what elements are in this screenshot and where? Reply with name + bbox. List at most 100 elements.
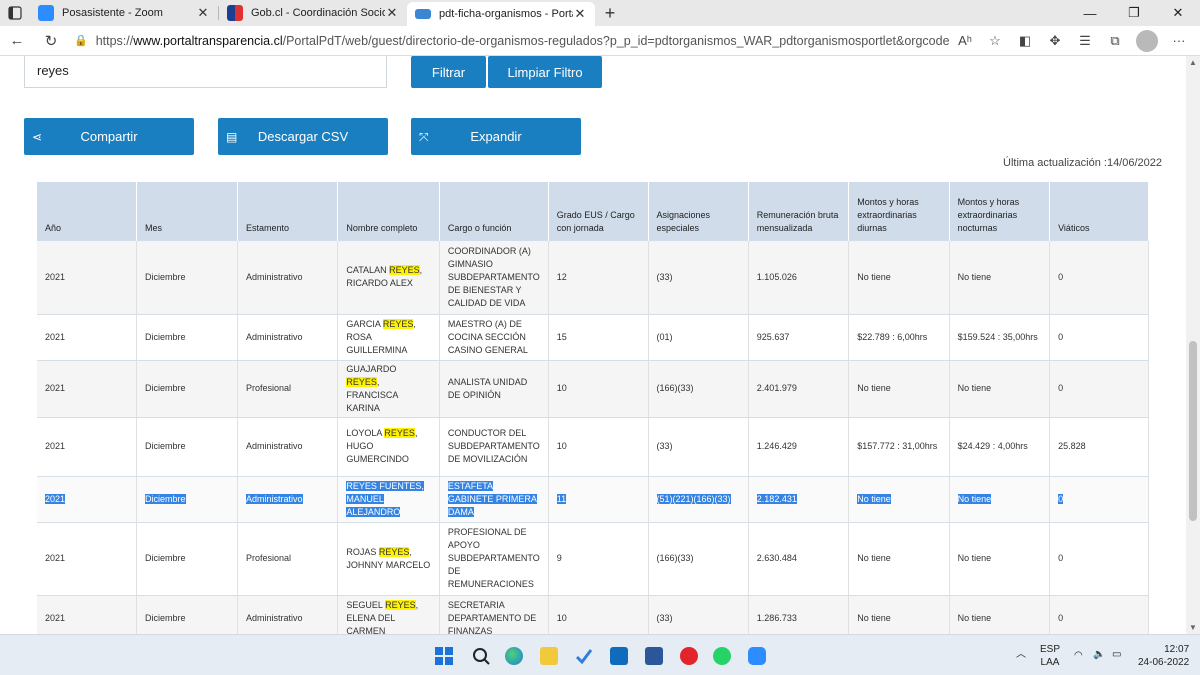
clear-filter-button[interactable]: Limpiar Filtro xyxy=(488,56,602,88)
show-hidden-icons-icon[interactable]: ︿ xyxy=(1016,648,1026,661)
col-header-cargo[interactable]: Cargo o función xyxy=(439,182,549,241)
cell-diurnas: No tiene xyxy=(848,476,950,523)
clock[interactable]: 12:07 24-06-2022 xyxy=(1138,643,1189,669)
cell-grado: 10 xyxy=(548,595,649,634)
tab-close-icon[interactable]: ✕ xyxy=(573,6,587,22)
table-row[interactable]: 2021 Diciembre Profesional ROJAS REYES, … xyxy=(37,522,1149,596)
selected-text: 11 xyxy=(556,493,567,504)
col-header-diurnas[interactable]: Montos y horas extraordinarias diurnas xyxy=(848,182,950,241)
download-csv-button[interactable]: ▤ Descargar CSV xyxy=(218,118,388,155)
refresh-icon[interactable]: ↻ xyxy=(34,32,68,50)
table-row[interactable]: 2021 Diciembre Administrativo SEGUEL REY… xyxy=(37,595,1149,634)
cell-estamento: Administrativo xyxy=(237,417,339,477)
page-scrollbar[interactable]: ▲ ▼ xyxy=(1186,56,1200,634)
col-header-anio[interactable]: Año xyxy=(37,182,138,241)
cell-viaticos: 0 xyxy=(1049,241,1149,315)
cell-anio: 2021 xyxy=(37,595,138,634)
col-header-nocturnas[interactable]: Montos y horas extraordinarias nocturnas xyxy=(949,182,1051,241)
share-icon: ⋖ xyxy=(32,130,43,144)
tab-title: Gob.cl - Coordinación Sociocultu xyxy=(251,7,385,19)
col-header-estamento[interactable]: Estamento xyxy=(237,182,339,241)
favorite-add-icon[interactable]: ☆ xyxy=(980,33,1010,49)
table-row-selected[interactable]: 2021 Diciembre Administrativo REYES FUEN… xyxy=(37,476,1149,523)
tab-gob[interactable]: Gob.cl - Coordinación Sociocultu ✕ xyxy=(219,0,407,26)
tab-close-icon[interactable]: ✕ xyxy=(385,5,399,21)
col-header-grado[interactable]: Grado EUS / Cargo con jornada xyxy=(548,182,649,241)
table-row[interactable]: 2021 Diciembre Profesional GUAJARDO REYE… xyxy=(37,360,1149,418)
search-input[interactable]: reyes xyxy=(24,56,387,88)
reader-mode-icon[interactable]: Aʰ xyxy=(950,33,980,48)
col-header-remuneracion[interactable]: Remuneración bruta mensualizada xyxy=(748,182,850,241)
tab-portal[interactable]: pdt-ficha-organismos - Portal de ✕ xyxy=(407,2,595,26)
edge-icon[interactable] xyxy=(505,647,523,665)
page-content: reyes Filtrar Limpiar Filtro ⋖ Compartir… xyxy=(0,56,1186,634)
outlook-icon[interactable] xyxy=(610,647,628,665)
favorites-icon[interactable]: ☰ xyxy=(1070,33,1100,49)
profile-avatar[interactable] xyxy=(1136,29,1158,52)
cell-nombre: REYES FUENTES, MANUEL ALEJANDRO xyxy=(337,476,440,523)
url-prefix: https:// xyxy=(95,33,134,48)
scrollbar-thumb[interactable] xyxy=(1189,341,1197,521)
close-window-icon[interactable]: ✕ xyxy=(1156,0,1200,26)
new-tab-icon[interactable]: + xyxy=(595,0,625,26)
cell-estamento: Profesional xyxy=(237,360,339,418)
col-header-asignaciones[interactable]: Asignaciones especiales xyxy=(648,182,749,241)
cell-nombre: LOYOLA REYES, HUGO GUMERCINDO xyxy=(337,417,440,477)
extensions-icon[interactable]: ◧ xyxy=(1010,33,1040,49)
file-explorer-icon[interactable] xyxy=(540,647,558,665)
volume-icon[interactable]: 🔈 xyxy=(1093,648,1105,661)
cell-remuneracion: 2.630.484 xyxy=(748,522,850,596)
youtube-music-icon[interactable] xyxy=(680,647,698,665)
windows-start-icon[interactable] xyxy=(435,647,453,665)
cell-anio: 2021 xyxy=(37,360,138,418)
cell-grado: 9 xyxy=(548,522,649,596)
scroll-down-icon[interactable]: ▼ xyxy=(1189,623,1197,632)
more-icon[interactable]: ··· xyxy=(1164,33,1194,48)
col-header-nombre[interactable]: Nombre completo xyxy=(337,182,440,241)
tab-close-icon[interactable]: ✕ xyxy=(196,5,210,21)
filter-button[interactable]: Filtrar xyxy=(411,56,486,88)
tab-actions-icon[interactable] xyxy=(0,0,30,26)
cell-nocturnas: $24.429 : 4,00hrs xyxy=(949,417,1051,477)
todo-check-icon[interactable] xyxy=(575,647,593,665)
search-icon[interactable] xyxy=(472,647,490,665)
window-controls: — ❐ ✕ xyxy=(1068,0,1200,26)
table-row[interactable]: 2021 Diciembre Administrativo LOYOLA REY… xyxy=(37,417,1149,477)
battery-icon[interactable]: ▭ xyxy=(1112,648,1121,661)
cell-grado: 12 xyxy=(548,241,649,315)
whatsapp-icon[interactable] xyxy=(713,647,731,665)
cell-diurnas: No tiene xyxy=(848,522,950,596)
table-row[interactable]: 2021 Diciembre Administrativo CATALAN RE… xyxy=(37,241,1149,315)
cell-nombre: GARCIA REYES, ROSA GUILLERMINA xyxy=(337,314,440,361)
search-highlight: REYES xyxy=(384,428,415,438)
puzzle-icon[interactable]: ✥ xyxy=(1040,33,1070,49)
search-highlight: REYES xyxy=(382,318,414,329)
url-field[interactable]: 🔒 https://www.portaltransparencia.cl/Por… xyxy=(68,34,950,48)
cell-estamento: Administrativo xyxy=(237,476,339,523)
cell-mes: Diciembre xyxy=(136,595,239,634)
taskbar: ︿ ESP LAA ◠ 🔈 ▭ 12:07 24-06-2022 xyxy=(0,634,1200,675)
expand-button[interactable]: ⤧ Expandir xyxy=(411,118,581,155)
table-row[interactable]: 2021 Diciembre Administrativo GARCIA REY… xyxy=(37,314,1149,361)
zoom-app-icon[interactable] xyxy=(748,647,766,665)
cell-mes: Diciembre xyxy=(136,522,239,596)
language-indicator[interactable]: ESP LAA xyxy=(1040,643,1060,669)
name-part: LOYOLA xyxy=(346,428,385,438)
word-icon[interactable] xyxy=(645,647,663,665)
selected-text: ESTAFETA GABINETE PRIMERA DAMA xyxy=(447,480,537,517)
scroll-up-icon[interactable]: ▲ xyxy=(1189,58,1197,67)
minimize-icon[interactable]: — xyxy=(1068,0,1112,26)
tab-zoom[interactable]: Posasistente - Zoom ✕ xyxy=(30,0,218,26)
back-icon[interactable]: ← xyxy=(0,32,34,49)
restore-icon[interactable]: ❐ xyxy=(1112,0,1156,26)
share-button[interactable]: ⋖ Compartir xyxy=(24,118,194,155)
cell-viaticos: 0 xyxy=(1049,314,1149,361)
wifi-icon[interactable]: ◠ xyxy=(1074,649,1083,662)
col-header-mes[interactable]: Mes xyxy=(136,182,239,241)
col-header-viaticos[interactable]: Viáticos xyxy=(1049,182,1149,241)
lock-icon: 🔒 xyxy=(74,35,88,47)
cell-remuneracion: 1.286.733 xyxy=(748,595,850,634)
collections-icon[interactable]: ⧉ xyxy=(1100,33,1130,49)
cell-mes: Diciembre xyxy=(136,417,239,477)
cell-remuneracion: 2.182.431 xyxy=(748,476,850,523)
